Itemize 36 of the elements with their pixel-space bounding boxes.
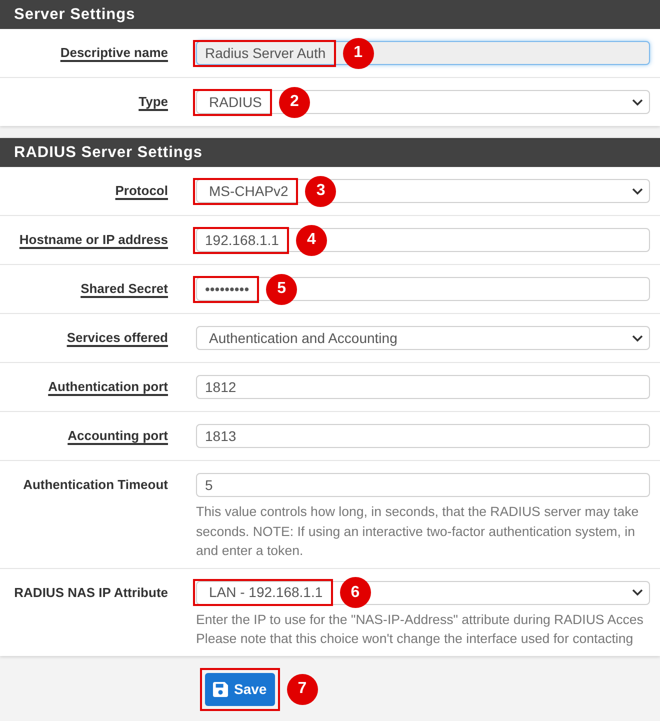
field-label[interactable]: Accounting port bbox=[68, 425, 168, 446]
chevron-down-icon bbox=[632, 98, 643, 106]
field-label: Authentication Timeout bbox=[23, 476, 168, 494]
field-label[interactable]: Authentication port bbox=[48, 376, 168, 397]
callout-number: 2 bbox=[278, 86, 310, 118]
callout-number: 1 bbox=[342, 38, 374, 68]
section-header: RADIUS Server Settings bbox=[0, 138, 660, 167]
callout-number: 7 bbox=[286, 674, 318, 704]
section-header: Server Settings bbox=[0, 0, 660, 29]
save-button[interactable]: Save bbox=[205, 672, 275, 706]
field-label[interactable]: Services offered bbox=[66, 327, 168, 348]
text-field[interactable]: 1813 bbox=[196, 424, 650, 448]
help-text: This value controls how long, in seconds, that the RADIUS server may take seconds. NOTE: If using an interactive two-factor authentication system, in and enter a token. bbox=[196, 503, 640, 560]
help-text: Enter the IP to use for the "NAS-IP-Address" attribute during RADIUS Acces Please note that this choice won't change the interface used for contacting bbox=[196, 610, 644, 648]
field-label: RADIUS NAS IP Attribute bbox=[14, 584, 168, 602]
chevron-down-icon bbox=[632, 589, 643, 596]
highlighted-value: ••••••••• bbox=[193, 276, 260, 302]
callout-number: 4 bbox=[296, 224, 327, 256]
chevron-down-icon bbox=[632, 188, 643, 194]
text-field[interactable]: 5 bbox=[196, 473, 650, 497]
highlighted-value: 192.168.1.1 bbox=[193, 226, 289, 254]
field-label[interactable]: Type bbox=[138, 91, 168, 112]
field-label[interactable]: Descriptive name bbox=[60, 42, 168, 63]
chevron-down-icon bbox=[632, 334, 643, 342]
field-label[interactable]: Hostname or IP address bbox=[19, 229, 168, 250]
highlighted-value: MS-CHAPv2 bbox=[193, 178, 298, 204]
highlighted-value: LAN - 192.168.1.1 bbox=[193, 579, 333, 606]
callout-number: 3 bbox=[305, 176, 336, 206]
field-label[interactable]: Protocol bbox=[115, 180, 168, 201]
callout-number: 5 bbox=[266, 274, 298, 304]
callout-number: 6 bbox=[340, 577, 371, 608]
field-label[interactable]: Shared Secret bbox=[80, 278, 168, 299]
highlighted-value: RADIUS bbox=[193, 88, 272, 116]
highlighted-value: Radius Server Auth bbox=[193, 40, 336, 66]
dropdown-field[interactable]: Authentication and Accounting bbox=[196, 326, 650, 350]
text-field[interactable]: 1812 bbox=[196, 375, 650, 399]
